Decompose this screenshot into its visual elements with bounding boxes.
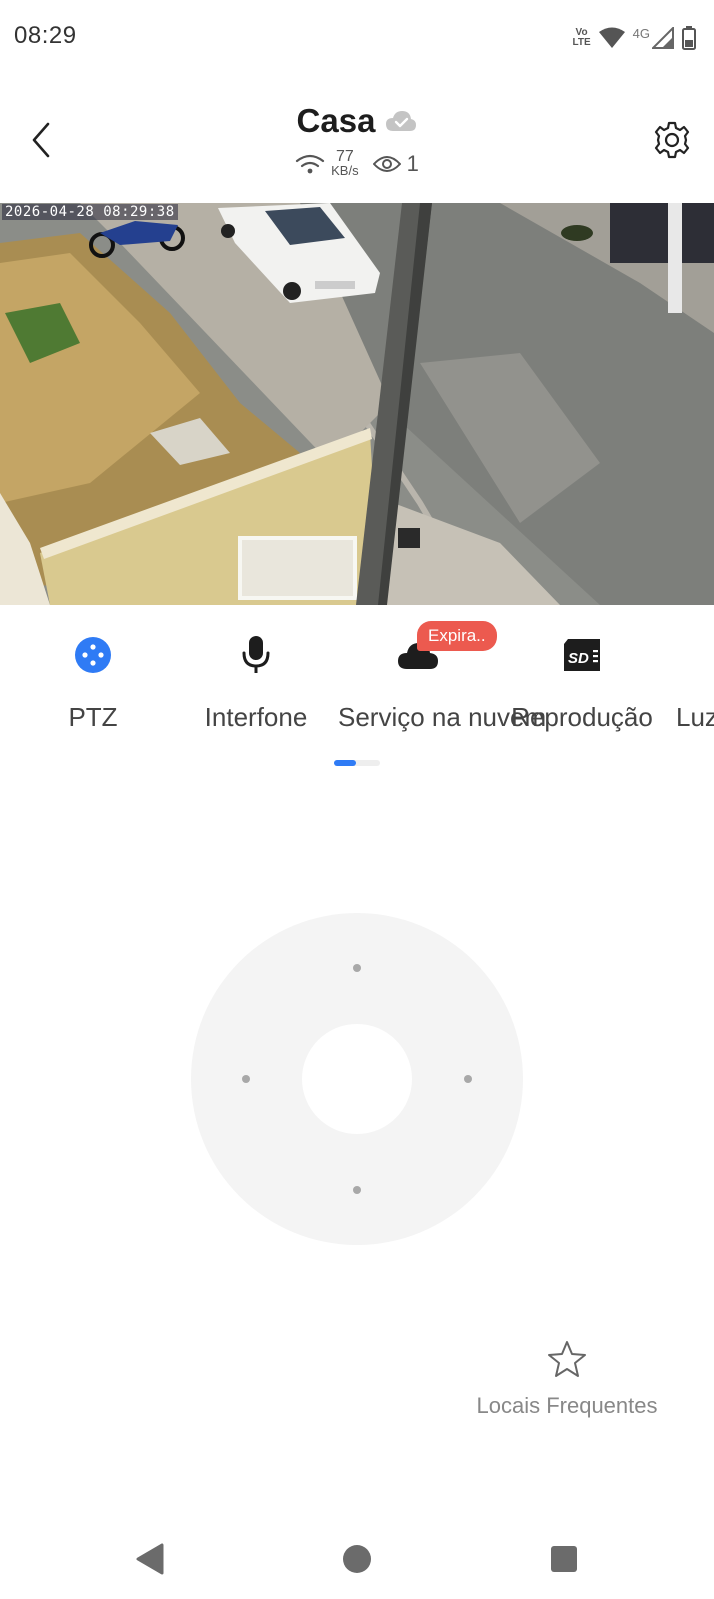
volte-icon: Vo LTE <box>572 27 591 48</box>
stream-info: 77 KB/s 1 <box>0 149 714 178</box>
network-type: 4G <box>632 25 650 41</box>
tool-playback[interactable]: SD Reprodução <box>502 632 662 733</box>
page-title: Casa <box>296 102 376 139</box>
ptz-up-button[interactable] <box>353 964 361 972</box>
expiry-badge: Expira.. <box>417 621 497 651</box>
tool-label: Interfone <box>204 702 308 732</box>
tool-strip[interactable]: PTZ Interfone Serviço na nuvem SD Reprod… <box>0 632 714 742</box>
status-icons: Vo LTE 4G <box>572 24 696 52</box>
star-icon <box>548 1341 586 1377</box>
nav-back-icon[interactable] <box>135 1542 165 1576</box>
nav-recent-apps-icon[interactable] <box>551 1546 577 1572</box>
nav-home-icon[interactable] <box>343 1545 371 1573</box>
tool-label: Reprodução <box>511 702 653 732</box>
stream-speed: 77 KB/s <box>295 149 359 178</box>
camera-scene <box>0 203 714 605</box>
wifi-icon <box>598 27 625 48</box>
tool-light[interactable]: Luz <box>660 632 714 733</box>
svg-text:SD: SD <box>568 650 589 667</box>
scroll-indicator-thumb <box>334 760 356 766</box>
favorite-locations-label: Locais Frequentes <box>476 1393 658 1418</box>
tool-label: Luz <box>676 702 714 732</box>
wifi-icon <box>296 154 325 173</box>
signal-icon <box>652 27 674 49</box>
microphone-icon <box>242 636 270 673</box>
speed-unit: KB/s <box>331 163 359 178</box>
sd-card-icon: SD <box>564 639 600 671</box>
live-video[interactable]: 2026-04-28 08:29:38 <box>0 203 714 605</box>
eye-icon <box>372 155 401 172</box>
gear-icon[interactable] <box>652 118 692 162</box>
status-time: 08:29 <box>14 22 77 49</box>
cloud-status-icon[interactable] <box>385 109 417 133</box>
ptz-icon <box>75 637 111 673</box>
tool-intercom[interactable]: Interfone <box>176 632 336 733</box>
battery-icon <box>682 26 696 50</box>
viewer-count-value: 1 <box>406 150 419 176</box>
light-icon <box>660 632 714 678</box>
ptz-center[interactable] <box>302 1024 412 1134</box>
ptz-right-button[interactable] <box>464 1075 472 1083</box>
tool-ptz[interactable]: PTZ <box>13 632 173 733</box>
ptz-left-button[interactable] <box>242 1075 250 1083</box>
viewer-count: 1 <box>372 150 419 177</box>
device-title: Casa <box>0 102 714 140</box>
favorite-locations-button[interactable]: Locais Frequentes <box>460 1340 674 1419</box>
video-timestamp: 2026-04-28 08:29:38 <box>2 204 178 220</box>
tool-label: Serviço na nuvem <box>338 702 547 732</box>
ptz-down-button[interactable] <box>353 1186 361 1194</box>
tool-label: PTZ <box>68 702 118 732</box>
